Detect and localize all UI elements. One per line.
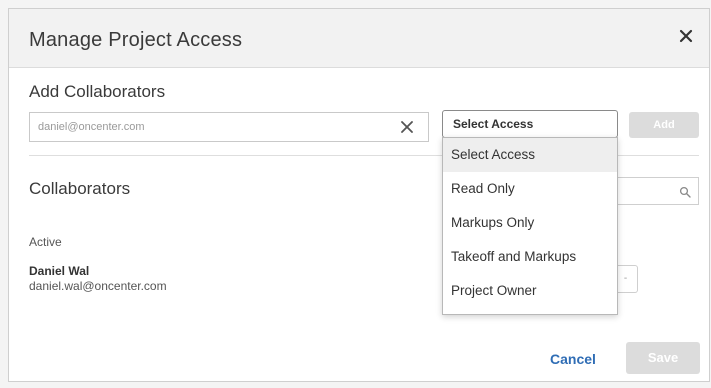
email-input[interactable] [29, 112, 429, 142]
clear-icon[interactable] [399, 119, 415, 135]
close-icon[interactable] [675, 25, 697, 47]
cancel-button[interactable]: Cancel [539, 347, 607, 371]
add-button[interactable]: Add [629, 112, 699, 138]
access-option-takeoff-and-markups[interactable]: Takeoff and Markups [443, 240, 617, 274]
add-collaborators-heading: Add Collaborators [29, 82, 166, 101]
collaborator-email: daniel.wal@oncenter.com [29, 279, 167, 293]
collaborators-heading: Collaborators [29, 179, 131, 198]
save-button[interactable]: Save [626, 342, 700, 374]
manage-access-dialog: Manage Project Access Add Collaborators … [8, 8, 710, 382]
dialog-title: Manage Project Access [29, 29, 243, 51]
access-dropdown-menu: Select Access Read Only Markups Only Tak… [442, 137, 618, 315]
active-status-label: Active [29, 235, 62, 249]
collaborator-name: Daniel Wal [29, 264, 90, 278]
chevron-down-icon: - [623, 273, 628, 284]
access-option-project-owner[interactable]: Project Owner [443, 274, 617, 308]
access-option-read-only[interactable]: Read Only [443, 172, 617, 206]
access-select[interactable]: Select Access [442, 110, 618, 138]
search-icon [679, 185, 691, 198]
dialog-header: Manage Project Access [9, 9, 709, 68]
access-option-select-access[interactable]: Select Access [443, 138, 617, 172]
access-option-markups-only[interactable]: Markups Only [443, 206, 617, 240]
